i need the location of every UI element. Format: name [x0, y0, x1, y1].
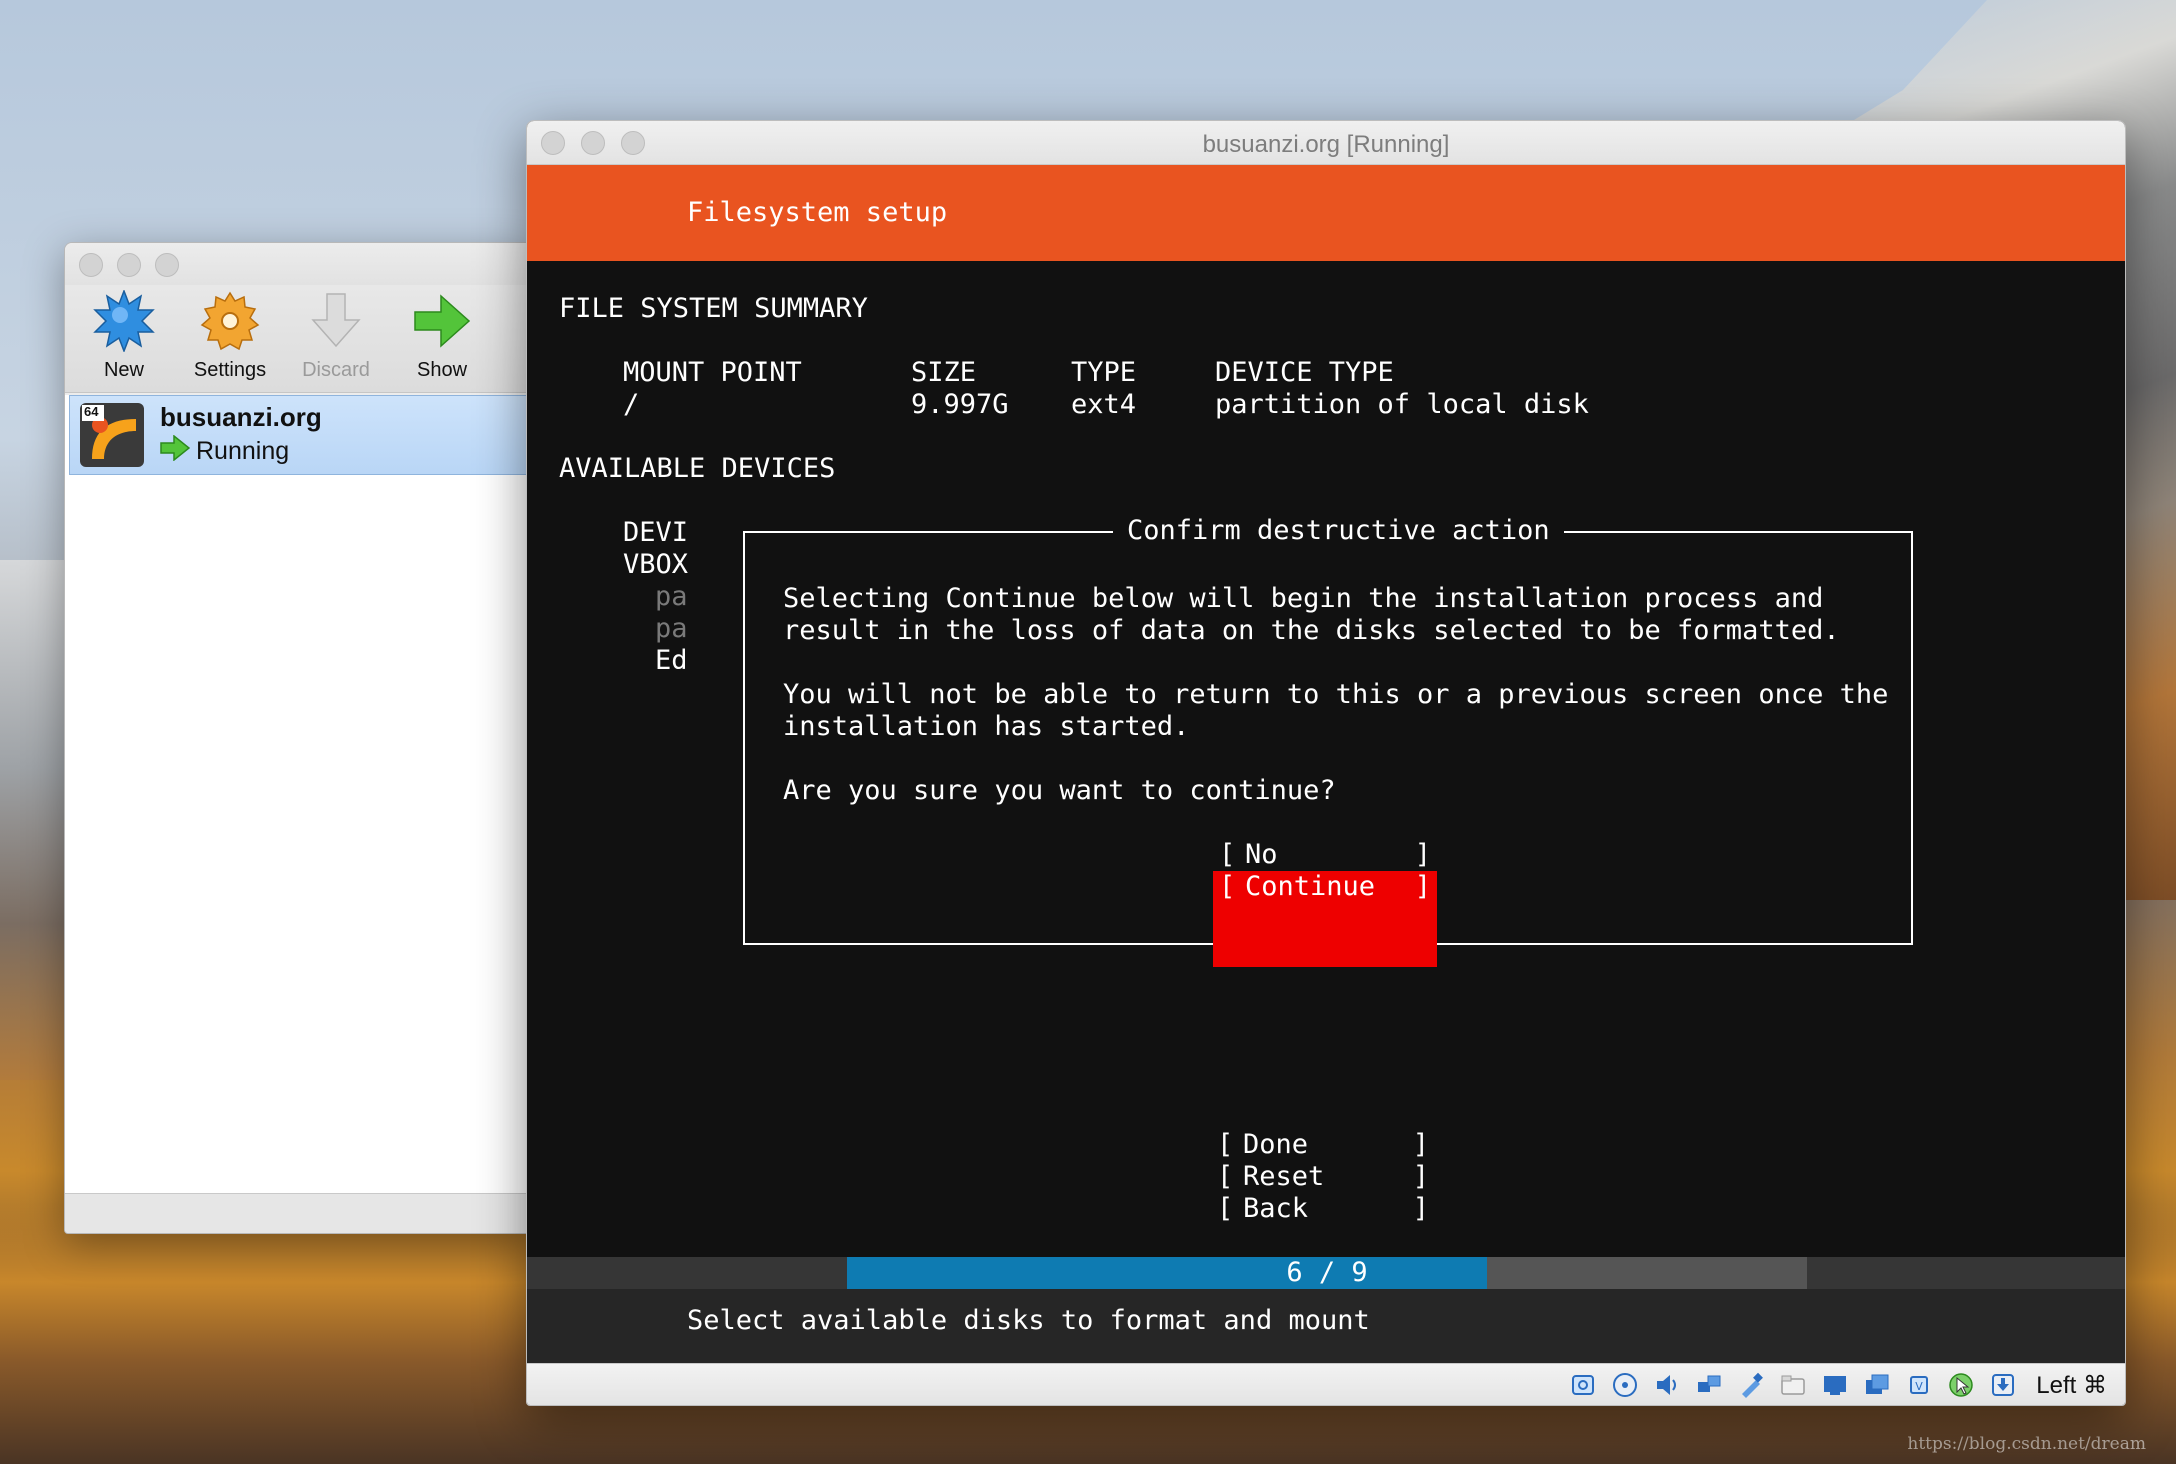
close-window-button[interactable]	[79, 253, 103, 277]
manager-titlebar[interactable]	[65, 243, 533, 285]
device-fragment: DEVI	[623, 517, 689, 548]
device-fragment: VBOX	[623, 549, 689, 580]
audio-icon[interactable]	[1652, 1370, 1682, 1400]
optical-drive-icon[interactable]	[1610, 1370, 1640, 1400]
vm-list-item[interactable]: 64 busuanzi.org Running	[69, 395, 529, 475]
continue-button-label: Continue	[1245, 871, 1376, 902]
dialog-text-line: Are you sure you want to continue?	[783, 775, 1336, 806]
usb-icon[interactable]	[1736, 1370, 1766, 1400]
dialog-text-line: installation has started.	[783, 711, 1190, 742]
manager-footer	[65, 1193, 533, 1233]
installer-header: Filesystem setup	[527, 165, 2125, 261]
summary-col-mount: MOUNT POINT	[623, 357, 802, 388]
discard-arrow-icon	[304, 289, 368, 353]
vm-64bit-badge: 64	[84, 404, 99, 419]
ubuntu-os-icon: 64	[78, 401, 146, 469]
watermark: https://blog.csdn.net/dream	[1907, 1434, 2146, 1454]
summary-cell-size: 9.997G	[911, 389, 1009, 420]
dialog-title: Confirm destructive action	[1113, 515, 1564, 547]
vm-name: busuanzi.org	[160, 402, 322, 432]
show-arrow-icon	[410, 289, 474, 353]
settings-label: Settings	[193, 359, 267, 381]
video-capture-icon[interactable]	[1862, 1370, 1892, 1400]
vm-titlebar[interactable]: busuanzi.org [Running]	[527, 121, 2125, 165]
manager-toolbar: New Settings Discard Show	[65, 285, 533, 393]
summary-cell-device-type: partition of local disk	[1215, 389, 1589, 420]
device-fragment: pa	[655, 581, 688, 612]
vm-statusbar: V Left ⌘	[527, 1363, 2125, 1405]
new-button[interactable]: New	[71, 285, 177, 392]
installer-footer-text: Select available disks to format and mou…	[687, 1305, 1370, 1336]
confirm-dialog: Confirm destructive action Selecting Con…	[743, 515, 1913, 967]
continue-button[interactable]: [Continue]	[1213, 871, 1437, 967]
vm-state-label: Running	[196, 437, 290, 465]
vm-screen[interactable]: Filesystem setup FILE SYSTEM SUMMARY MOU…	[527, 165, 2125, 1365]
new-label: New	[103, 359, 144, 381]
back-button-label: Back	[1243, 1193, 1309, 1224]
summary-col-device-type: DEVICE TYPE	[1215, 357, 1394, 388]
discard-label: Discard	[302, 359, 370, 381]
dialog-text-line: Selecting Continue below will begin the …	[783, 583, 1824, 614]
zoom-window-button[interactable]	[155, 253, 179, 277]
summary-cell-mount: /	[623, 389, 640, 420]
discard-button[interactable]: Discard	[283, 285, 389, 392]
minimize-window-button[interactable]	[117, 253, 141, 277]
vm-console-window: busuanzi.org [Running] Filesystem setup …	[526, 120, 2126, 1406]
settings-button[interactable]: Settings	[177, 285, 283, 392]
host-key-label: Left ⌘	[2036, 1371, 2107, 1399]
hard-disk-icon[interactable]	[1568, 1370, 1598, 1400]
device-fragment: Ed	[655, 645, 688, 676]
mouse-integration-icon[interactable]	[1946, 1370, 1976, 1400]
device-fragment: pa	[655, 613, 688, 644]
shared-folders-icon[interactable]	[1778, 1370, 1808, 1400]
installer-header-title: Filesystem setup	[687, 197, 948, 228]
available-devices-title: AVAILABLE DEVICES	[559, 453, 836, 484]
settings-gear-icon	[198, 289, 262, 353]
no-button-label: No	[1245, 839, 1278, 870]
window-title: busuanzi.org [Running]	[1202, 131, 1450, 158]
new-starburst-icon	[92, 289, 156, 353]
summary-cell-type: ext4	[1071, 389, 1137, 420]
summary-title: FILE SYSTEM SUMMARY	[559, 293, 868, 324]
summary-col-type: TYPE	[1071, 357, 1137, 388]
svg-text:V: V	[1916, 1380, 1924, 1393]
show-button[interactable]: Show	[389, 285, 495, 392]
summary-col-size: SIZE	[911, 357, 977, 388]
network-icon[interactable]	[1694, 1370, 1724, 1400]
keyboard-capture-icon[interactable]	[1988, 1370, 2018, 1400]
show-label: Show	[416, 359, 468, 381]
dialog-text-line: result in the loss of data on the disks …	[783, 615, 1840, 646]
done-button-label: Done	[1243, 1129, 1309, 1160]
display-icon[interactable]	[1820, 1370, 1850, 1400]
running-arrow-icon	[160, 434, 191, 468]
dialog-text-line: You will not be able to return to this o…	[783, 679, 1889, 710]
reset-button-label: Reset	[1243, 1161, 1325, 1192]
vm-list: 64 busuanzi.org Running	[65, 395, 533, 1193]
progress-text: 6 / 9	[1286, 1257, 1368, 1288]
cpu-icon[interactable]: V	[1904, 1370, 1934, 1400]
virtualbox-manager-window: New Settings Discard Show 64 busuanzi.or…	[64, 242, 534, 1234]
